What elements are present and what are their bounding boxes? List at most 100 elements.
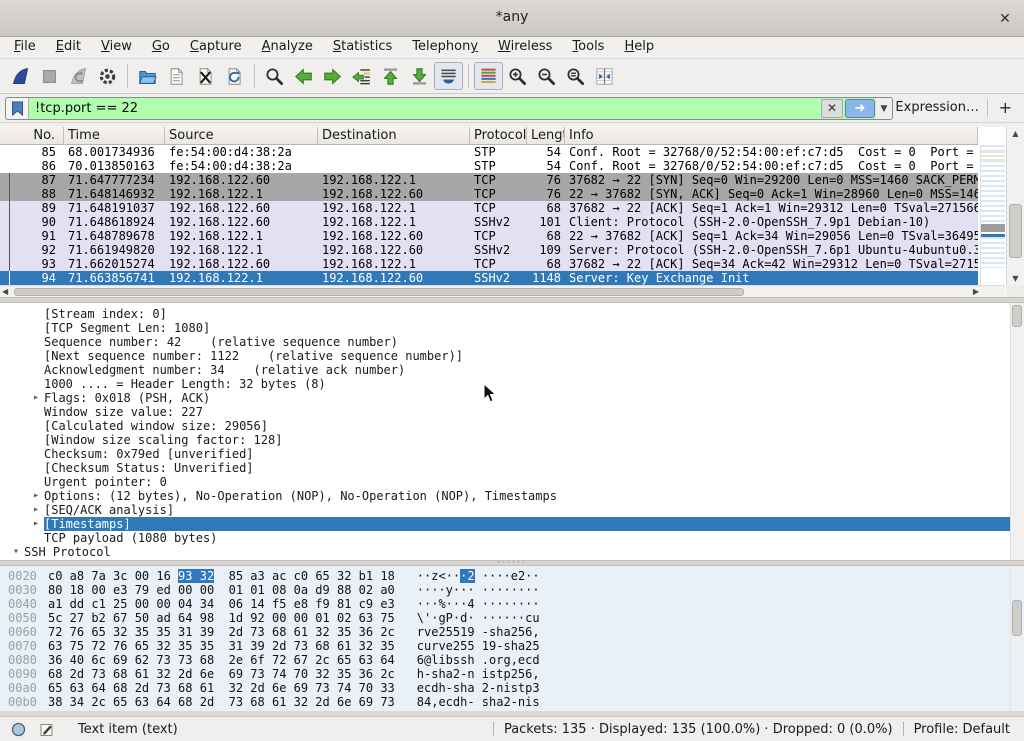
- hscrollbar-thumb[interactable]: [14, 288, 744, 296]
- menu-wireless[interactable]: Wireless: [488, 37, 562, 56]
- detail-line[interactable]: Window size value: 227: [0, 405, 1024, 419]
- detail-line[interactable]: Checksum: 0x79ed [unverified]: [0, 447, 1024, 461]
- capture-options-icon[interactable]: [93, 62, 122, 90]
- packet-row[interactable]: 9471.663856741192.168.122.1192.168.122.6…: [0, 271, 978, 285]
- zoom-out-icon[interactable]: [532, 62, 561, 90]
- display-filter-input[interactable]: !tcp.port == 22: [29, 101, 820, 116]
- detail-line[interactable]: TCP payload (1080 bytes): [0, 531, 1024, 545]
- detail-line[interactable]: ▾SSH Protocol: [0, 545, 1024, 559]
- packet-list-hscrollbar[interactable]: ◀ ▶: [0, 285, 1005, 297]
- go-back-icon[interactable]: [289, 62, 318, 90]
- scroll-down-icon[interactable]: ▼: [1007, 274, 1024, 283]
- hex-row[interactable]: 0020c0 a8 7a 3c 00 16 93 32 85 a3 ac c0 …: [0, 569, 1024, 583]
- detail-line[interactable]: ▸[SEQ/ACK analysis]: [0, 503, 1024, 517]
- zoom-in-icon[interactable]: [503, 62, 532, 90]
- packet-row[interactable]: 9371.662015274192.168.122.60192.168.122.…: [0, 257, 978, 271]
- packet-list-minimap[interactable]: [980, 145, 1005, 285]
- packet-list-vscrollbar[interactable]: ▲ ▼: [1006, 127, 1024, 285]
- packet-row[interactable]: 8971.648191037192.168.122.60192.168.122.…: [0, 201, 978, 215]
- menu-help[interactable]: Help: [614, 37, 664, 56]
- detail-line[interactable]: ▸Options: (12 bytes), No-Operation (NOP)…: [0, 489, 1024, 503]
- column-header-source[interactable]: Source: [165, 127, 318, 145]
- go-bottom-icon[interactable]: [405, 62, 434, 90]
- detail-line[interactable]: 1000 .... = Header Length: 32 bytes (8): [0, 377, 1024, 391]
- capture-comment-icon[interactable]: [36, 720, 56, 738]
- close-file-icon[interactable]: [191, 62, 220, 90]
- hex-row[interactable]: 007063 75 72 76 65 32 35 35 31 39 2d 73 …: [0, 639, 1024, 653]
- start-capture-icon[interactable]: [6, 62, 35, 90]
- scroll-left-icon[interactable]: ◀: [2, 287, 8, 296]
- column-header-info[interactable]: Info: [565, 127, 978, 145]
- restart-capture-icon[interactable]: [64, 62, 93, 90]
- auto-scroll-icon[interactable]: [434, 62, 463, 90]
- menu-statistics[interactable]: Statistics: [323, 37, 402, 56]
- details-vscrollbar-thumb[interactable]: [1012, 305, 1022, 327]
- menu-capture[interactable]: Capture: [180, 37, 252, 56]
- hex-row[interactable]: 006072 76 65 32 35 35 31 39 2d 73 68 61 …: [0, 625, 1024, 639]
- hex-row[interactable]: 00b038 34 2c 65 63 64 68 2d 73 68 61 32 …: [0, 695, 1024, 709]
- detail-line[interactable]: [Calculated window size: 29056]: [0, 419, 1024, 433]
- find-packet-icon[interactable]: [260, 62, 289, 90]
- colorize-icon[interactable]: [474, 62, 503, 90]
- menu-file[interactable]: File: [4, 37, 46, 56]
- reload-icon[interactable]: [220, 62, 249, 90]
- packet-row[interactable]: 8771.647777234192.168.122.60192.168.122.…: [0, 173, 978, 187]
- packet-row[interactable]: 8568.001734936fe:54:00:d4:38:2aSTP54Conf…: [0, 145, 978, 159]
- apply-filter-button[interactable]: ➜: [845, 99, 875, 118]
- detail-line[interactable]: ▸Flags: 0x018 (PSH, ACK): [0, 391, 1024, 405]
- detail-line[interactable]: [Next sequence number: 1122 (relative se…: [0, 349, 1024, 363]
- scroll-right-icon[interactable]: ▶: [973, 287, 979, 296]
- expanded-arrow-icon[interactable]: ▾: [8, 545, 24, 559]
- profile-button[interactable]: Profile: Default: [914, 722, 1010, 737]
- scroll-up-icon[interactable]: ▲: [1007, 129, 1024, 138]
- column-header-time[interactable]: Time: [64, 127, 165, 145]
- detail-line[interactable]: [TCP Segment Len: 1080]: [0, 321, 1024, 335]
- filter-history-caret-icon[interactable]: ▼: [876, 98, 892, 119]
- vscrollbar-thumb[interactable]: [1009, 204, 1022, 258]
- detail-line[interactable]: ▸[Timestamps]: [0, 517, 1024, 531]
- column-header-destination[interactable]: Destination: [318, 127, 470, 145]
- zoom-reset-icon[interactable]: [561, 62, 590, 90]
- collapsed-arrow-icon[interactable]: ▸: [28, 391, 44, 405]
- detail-line[interactable]: Sequence number: 42 (relative sequence n…: [0, 335, 1024, 349]
- stop-capture-icon[interactable]: [35, 62, 64, 90]
- menu-edit[interactable]: Edit: [46, 37, 91, 56]
- collapsed-arrow-icon[interactable]: ▸: [28, 517, 44, 531]
- collapsed-arrow-icon[interactable]: ▸: [28, 503, 44, 517]
- detail-line[interactable]: [Stream index: 0]: [0, 307, 1024, 321]
- add-filter-button[interactable]: +: [999, 98, 1012, 117]
- menu-go[interactable]: Go: [142, 37, 180, 56]
- go-to-packet-icon[interactable]: [347, 62, 376, 90]
- menu-view[interactable]: View: [91, 37, 142, 56]
- save-file-icon[interactable]: [162, 62, 191, 90]
- expert-info-icon[interactable]: [8, 720, 28, 738]
- detail-line[interactable]: [Window size scaling factor: 128]: [0, 433, 1024, 447]
- hex-row[interactable]: 0040a1 dd c1 25 00 00 04 34 06 14 f5 e8 …: [0, 597, 1024, 611]
- filter-bookmark-icon[interactable]: [6, 98, 29, 119]
- bytes-vscrollbar[interactable]: [1010, 566, 1024, 711]
- go-forward-icon[interactable]: [318, 62, 347, 90]
- go-top-icon[interactable]: [376, 62, 405, 90]
- detail-line[interactable]: [Checksum Status: Unverified]: [0, 461, 1024, 475]
- packet-row[interactable]: 8670.013850163fe:54:00:d4:38:2aSTP54Conf…: [0, 159, 978, 173]
- title-bar[interactable]: *any ✕: [0, 0, 1024, 37]
- close-window-button[interactable]: ✕: [994, 8, 1016, 30]
- detail-line[interactable]: Acknowledgment number: 34 (relative ack …: [0, 363, 1024, 377]
- packet-row[interactable]: 9171.648789678192.168.122.1192.168.122.6…: [0, 229, 978, 243]
- menu-analyze[interactable]: Analyze: [252, 37, 323, 56]
- hex-row[interactable]: 009068 2d 73 68 61 32 2d 6e 69 73 74 70 …: [0, 667, 1024, 681]
- collapsed-arrow-icon[interactable]: ▸: [28, 489, 44, 503]
- packet-row[interactable]: 9071.648618924192.168.122.60192.168.122.…: [0, 215, 978, 229]
- display-filter-field[interactable]: !tcp.port == 22 ✕ ➜ ▼: [5, 97, 893, 120]
- hex-row[interactable]: 003080 18 00 e3 79 ed 00 00 01 01 08 0a …: [0, 583, 1024, 597]
- resize-columns-icon[interactable]: [590, 62, 619, 90]
- hex-row[interactable]: 008036 40 6c 69 62 73 73 68 2e 6f 72 67 …: [0, 653, 1024, 667]
- column-header-no[interactable]: No.: [0, 127, 64, 145]
- menu-telephony[interactable]: Telephony: [402, 37, 488, 56]
- hex-row[interactable]: 00505c 27 b2 67 50 ad 64 98 1d 92 00 00 …: [0, 611, 1024, 625]
- bytes-vscrollbar-thumb[interactable]: [1012, 600, 1022, 636]
- packet-row[interactable]: 9271.661949820192.168.122.1192.168.122.6…: [0, 243, 978, 257]
- menu-tools[interactable]: Tools: [562, 37, 614, 56]
- expression-button[interactable]: Expression…: [895, 100, 979, 115]
- column-header-length[interactable]: Length: [527, 127, 565, 145]
